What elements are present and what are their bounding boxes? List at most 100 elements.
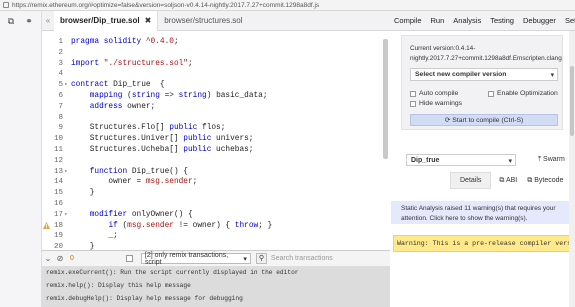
terminal-line: remix.exeCurrent(): Run the script curre… — [46, 269, 299, 276]
code-line[interactable]: 3 import "./structures.sol"; — [42, 59, 382, 70]
details-button[interactable]: Details — [450, 172, 492, 189]
compile-label: Start to compile (Ctrl-S) — [452, 117, 524, 124]
fold-icon[interactable]: ▾ — [64, 167, 68, 178]
code-text: owner = msg.sender; — [71, 178, 198, 187]
copy-icon[interactable]: ⧉ — [6, 16, 16, 26]
search-icon[interactable]: ⚲ — [255, 253, 267, 264]
fold-icon[interactable]: ▾ — [64, 210, 68, 221]
static-analysis-alert[interactable]: Static Analysis raised 11 warning(s) tha… — [391, 201, 575, 224]
code-line[interactable]: 18 if (msg.sender != owner) { throw; } — [42, 221, 382, 232]
code-line[interactable]: 13 ▾ function Dip_true() { — [42, 167, 382, 178]
transaction-filter-select[interactable]: [2] only remix transactions, script ▾ — [140, 251, 251, 266]
tab-dip-true[interactable]: browser/Dip_true.sol ✖ — [54, 10, 159, 31]
right-panel-tabs: Compile Run Analysis Testing Debugger Se… — [390, 11, 575, 31]
browser-url-bar[interactable]: https://remix.ethereum.org/#optimize=fal… — [0, 0, 575, 11]
code-line[interactable]: 6 mapping (string => string) basic_data; — [42, 91, 382, 102]
code-text: contract Dip_true { — [71, 81, 165, 90]
line-number: 15 — [53, 189, 63, 198]
compiler-version-select[interactable]: Select new compiler version ▾ — [410, 68, 558, 81]
code-text: if (msg.sender != owner) { throw; } — [108, 221, 273, 230]
optimization-checkbox[interactable] — [488, 90, 494, 97]
fold-icon[interactable]: ▾ — [64, 80, 68, 91]
filter-label: [2] only remix transactions, script — [144, 251, 229, 266]
compile-panel: Current version:0.4.14-nightly.2017.7.27… — [390, 31, 575, 307]
url-text[interactable]: https://remix.ethereum.org/#optimize=fal… — [12, 2, 319, 9]
code-line[interactable]: 9 Structures.Flo[] public flos; — [42, 123, 382, 134]
code-line[interactable]: 16 — [42, 199, 382, 210]
tab-settings[interactable]: Settings — [565, 16, 575, 25]
link-icon[interactable]: ⚭ — [24, 16, 34, 26]
code-line[interactable]: 12 — [42, 156, 382, 167]
code-line[interactable]: 4 — [42, 69, 382, 80]
pending-count: 0 — [70, 255, 74, 262]
tab-analysis[interactable]: Analysis — [453, 16, 481, 25]
warning-icon[interactable] — [43, 221, 50, 229]
hide-warnings-checkbox[interactable] — [410, 100, 416, 107]
search-transactions-input[interactable]: Search transactions — [271, 255, 333, 262]
code-line[interactable]: 15 } — [42, 188, 382, 199]
chevron-down-icon: ▾ — [508, 158, 512, 165]
code-line[interactable]: 11 Structures.Ucheba[] public uchebas; — [42, 145, 382, 156]
auto-compile-label: Auto compile — [419, 90, 459, 97]
code-text: import "./structures.sol"; — [71, 59, 193, 68]
code-line[interactable]: 2 — [42, 48, 382, 59]
terminal-line: remix.help(): Display this help message — [46, 282, 191, 289]
code-text: modifier onlyOwner() { — [89, 210, 193, 219]
line-number: 9 — [58, 124, 63, 133]
hide-warnings-option[interactable]: Hide warnings — [410, 100, 462, 107]
tab-compile[interactable]: Compile — [394, 16, 422, 25]
line-number: 17 — [53, 210, 63, 219]
right-panel-scrollbar[interactable] — [569, 31, 575, 307]
lock-icon — [3, 2, 9, 8]
listen-checkbox[interactable] — [125, 255, 133, 262]
bytecode-label: Bytecode — [534, 176, 564, 184]
code-line[interactable]: 7 address owner; — [42, 102, 382, 113]
code-line[interactable]: 17 ▾ modifier onlyOwner() { — [42, 210, 382, 221]
code-line[interactable]: 10 Structures.Univer[] public univers; — [42, 134, 382, 145]
tab-structures[interactable]: browser/structures.sol — [158, 11, 248, 31]
line-number: 8 — [58, 113, 63, 122]
tab-run[interactable]: Run — [431, 16, 445, 25]
editor-scrollbar[interactable] — [383, 39, 388, 159]
code-text: } — [71, 243, 95, 250]
chevron-down-icon[interactable]: ⌄ — [42, 254, 54, 263]
line-number: 20 — [53, 243, 63, 250]
close-icon[interactable]: ✖ — [145, 16, 152, 25]
code-line[interactable]: 5 ▾ contract Dip_true { — [42, 80, 382, 91]
code-line[interactable]: 1 pragma solidity ^0.4.0; — [42, 37, 382, 48]
bytecode-button[interactable]: ⧉ Bytecode — [527, 177, 563, 185]
line-number: 7 — [58, 102, 63, 111]
code-line[interactable]: 8 — [42, 113, 382, 124]
abi-button[interactable]: ⧉ ABI — [499, 177, 517, 185]
compiler-settings-box: Current version:0.4.14-nightly.2017.7.27… — [401, 35, 563, 130]
contract-select[interactable]: Dip_true ▾ — [406, 154, 516, 166]
code-editor[interactable]: 1 pragma solidity ^0.4.0; 2 3 import "./str… — [42, 31, 390, 250]
code-text: Structures.Flo[] public flos; — [71, 124, 226, 133]
line-number: 2 — [58, 48, 63, 57]
chevron-down-icon: ▾ — [243, 255, 247, 263]
editor-tab-bar: « browser/Dip_true.sol ✖ browser/structu… — [42, 10, 390, 31]
tab-testing[interactable]: Testing — [490, 16, 514, 25]
line-number: 6 — [58, 92, 63, 100]
line-number: 14 — [53, 178, 63, 187]
chevron-left-icon[interactable]: « — [42, 16, 54, 25]
clear-icon[interactable]: ⊘ — [54, 254, 66, 263]
line-number: 16 — [53, 200, 63, 208]
abi-label: ABI — [505, 176, 518, 184]
start-compile-button[interactable]: ⟳ Start to compile (Ctrl-S) — [410, 114, 558, 126]
auto-compile-checkbox[interactable] — [410, 90, 416, 97]
code-line[interactable]: 14 owner = msg.sender; — [42, 177, 382, 188]
swarm-button[interactable]: ⤒ Swarm — [538, 156, 565, 164]
line-number: 1 — [58, 38, 63, 46]
prerelease-warning: Warning: This is a pre-release compiler … — [393, 235, 575, 252]
optimization-option[interactable]: Enable Optimization — [488, 90, 558, 97]
code-line[interactable]: 19 _; — [42, 231, 382, 242]
line-number: 10 — [53, 135, 63, 144]
auto-compile-option[interactable]: Auto compile — [410, 90, 458, 97]
tab-debugger[interactable]: Debugger — [523, 16, 556, 25]
code-line[interactable]: 20 } — [42, 242, 382, 250]
terminal-output: remix.exeCurrent(): Run the script curre… — [42, 267, 390, 307]
line-number: 5 — [58, 81, 63, 90]
hide-warnings-label: Hide warnings — [419, 100, 463, 107]
select-label: Select new compiler version — [415, 71, 507, 78]
